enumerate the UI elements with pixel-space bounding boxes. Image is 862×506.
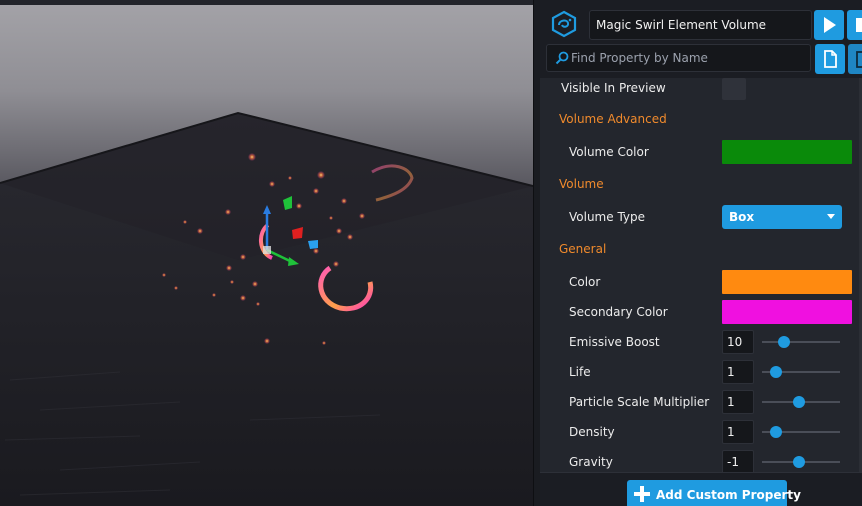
property-slider-row: Emissive Boost 10: [540, 327, 862, 357]
section-general[interactable]: General: [559, 238, 606, 260]
property-label: Volume Color: [569, 145, 649, 159]
slider-thumb[interactable]: [777, 336, 790, 348]
slider-thumb[interactable]: [770, 426, 783, 438]
add-custom-property-label: Add Custom Property: [656, 488, 801, 502]
plus-icon: [634, 486, 650, 502]
panel-header: Magic Swirl Element Volume: [540, 0, 862, 78]
emissive-boost-slider[interactable]: [762, 336, 840, 348]
gravity-slider[interactable]: [762, 456, 840, 468]
secondary-color-swatch[interactable]: [722, 300, 852, 324]
property-label: Particle Scale Multiplier: [569, 395, 710, 409]
volume-color-swatch[interactable]: [722, 140, 852, 164]
property-label: Visible In Preview: [561, 81, 666, 95]
density-slider[interactable]: [762, 426, 840, 438]
visible-in-preview-checkbox[interactable]: [722, 78, 746, 100]
property-visible-in-preview: Visible In Preview: [540, 78, 862, 108]
preview-play-button[interactable]: [814, 10, 844, 40]
property-slider-row: Particle Scale Multiplier 1: [540, 387, 862, 417]
gravity-input[interactable]: -1: [722, 450, 754, 472]
preview-stop-button[interactable]: [847, 10, 862, 40]
property-color: Color: [540, 267, 862, 297]
properties-panel: Magic Swirl Element Volume Find Property…: [540, 0, 862, 506]
property-label: Color: [569, 275, 601, 289]
section-volume[interactable]: Volume: [559, 173, 604, 195]
property-search[interactable]: [546, 44, 811, 72]
object-name-field[interactable]: Magic Swirl Element Volume: [589, 10, 812, 40]
particle-scale-multiplier-slider[interactable]: [762, 396, 840, 408]
property-slider-row: Life 1: [540, 357, 862, 387]
density-input[interactable]: 1: [722, 420, 754, 444]
play-icon: [824, 17, 836, 33]
property-slider-row: Density 1: [540, 417, 862, 447]
paste-properties-button[interactable]: [848, 44, 862, 74]
property-list: Visible In Preview Volume Advanced Volum…: [540, 78, 862, 472]
particle-scale-multiplier-input[interactable]: 1: [722, 390, 754, 414]
slider-thumb[interactable]: [770, 366, 783, 378]
volume-type-dropdown[interactable]: Box: [722, 205, 842, 229]
property-secondary-color: Secondary Color: [540, 297, 862, 327]
property-volume-color: Volume Color: [540, 137, 862, 167]
search-input[interactable]: [571, 47, 807, 69]
property-slider-row: Gravity -1: [540, 447, 862, 472]
scene-render: [0, 111, 533, 506]
search-icon: [555, 51, 569, 65]
dropdown-value: Box: [729, 210, 755, 224]
chevron-down-icon: [827, 214, 835, 219]
document-icon: [824, 50, 837, 68]
copy-properties-button[interactable]: [815, 44, 845, 74]
clipboard-icon: [856, 51, 862, 68]
emissive-boost-input[interactable]: 10: [722, 330, 754, 354]
scene-viewport[interactable]: [0, 0, 533, 506]
slider-thumb[interactable]: [792, 456, 805, 468]
life-slider[interactable]: [762, 366, 840, 378]
property-label: Life: [569, 365, 591, 379]
property-volume-type: Volume Type Box: [540, 202, 862, 232]
life-input[interactable]: 1: [722, 360, 754, 384]
add-custom-property-button[interactable]: Add Custom Property: [627, 480, 801, 506]
property-label: Volume Type: [569, 210, 646, 224]
property-label: Emissive Boost: [569, 335, 660, 349]
property-label: Density: [569, 425, 615, 439]
volume-object-icon: [551, 10, 577, 38]
stop-icon: [856, 18, 862, 32]
section-volume-advanced[interactable]: Volume Advanced: [559, 108, 667, 130]
property-label: Gravity: [569, 455, 613, 469]
slider-thumb[interactable]: [793, 396, 806, 408]
panel-splitter[interactable]: [533, 0, 540, 506]
property-label: Secondary Color: [569, 305, 668, 319]
viewport-top-bar: [0, 0, 533, 5]
panel-footer: Add Custom Property: [540, 472, 862, 506]
color-swatch[interactable]: [722, 270, 852, 294]
